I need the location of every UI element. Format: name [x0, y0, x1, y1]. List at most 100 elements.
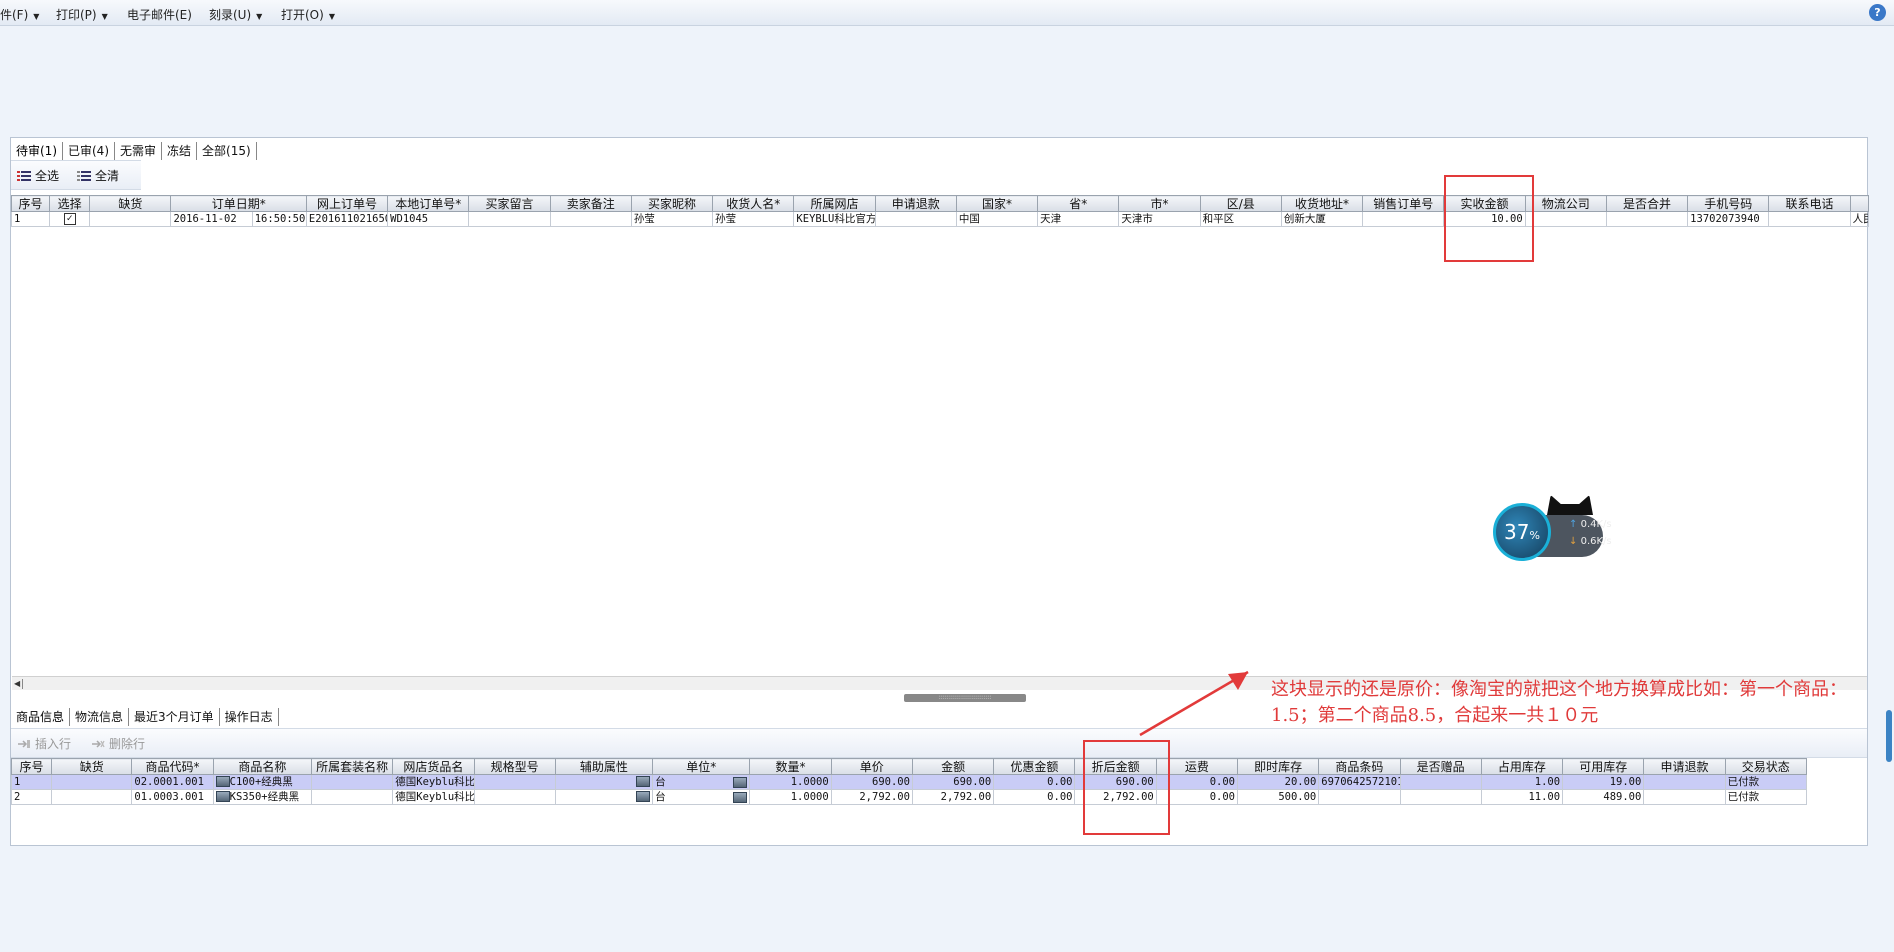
cell-select[interactable]: ✓	[49, 211, 91, 227]
tab-logistics-info[interactable]: 物流信息	[70, 708, 130, 726]
col-header[interactable]: 所属网店	[793, 195, 876, 212]
col-header[interactable]: 销售订单号	[1362, 195, 1445, 212]
col-header[interactable]: 省*	[1037, 195, 1120, 212]
product-image-icon[interactable]	[215, 791, 230, 802]
cell-spec	[473, 789, 556, 805]
table-row[interactable]: 2 01.0003.001 KS350+经典黑 德国Keyblu科比 台 1.0…	[10, 789, 1808, 805]
col-header[interactable]: 买家昵称	[630, 195, 714, 212]
col-header[interactable]: 申请退款	[874, 195, 957, 212]
col-header[interactable]: 网上订单号	[305, 195, 389, 212]
col-header[interactable]: 交易状态	[1724, 758, 1808, 775]
col-header[interactable]: 优惠金额	[993, 758, 1076, 775]
col-header[interactable]: 序号	[10, 758, 53, 775]
col-header[interactable]: 商品代码*	[131, 758, 214, 775]
col-header[interactable]: 即时库存	[1236, 758, 1320, 775]
menu-burn[interactable]: 刻录(U) ▼	[209, 6, 262, 23]
order-panel: 待审(1) 已审(4) 无需审 冻结 全部(15) 全选 全清 序号 选择 缺货…	[10, 137, 1870, 846]
tab-recent-orders[interactable]: 最近3个月订单	[129, 708, 220, 726]
col-header[interactable]: 订单日期*	[170, 195, 307, 212]
cell-shop-product-name: 德国Keyblu科比	[392, 789, 475, 805]
network-speed-widget[interactable]: 37% ↑ 0.4K/s ↓ 0.6K/s	[1491, 495, 1613, 565]
col-header[interactable]: 区/县	[1199, 195, 1282, 212]
table-row[interactable]: 1 02.0001.001 C100+经典黑 德国Keyblu科比 台 1.00…	[10, 774, 1808, 790]
items-table: 序号 缺货 商品代码* 商品名称 所属套装名称 网店货品名 规格型号 辅助属性 …	[10, 758, 1808, 805]
table-header-row: 序号 缺货 商品代码* 商品名称 所属套装名称 网店货品名 规格型号 辅助属性 …	[10, 758, 1808, 775]
picker-icon[interactable]	[636, 776, 651, 787]
col-header[interactable]: 数量*	[749, 758, 832, 775]
picker-icon[interactable]	[733, 776, 748, 788]
menu-file[interactable]: 件(F) ▼	[0, 6, 39, 23]
col-header[interactable]: 商品名称	[212, 758, 312, 775]
tab-no-review[interactable]: 无需审	[115, 142, 163, 160]
menu-open[interactable]: 打开(O) ▼	[281, 6, 335, 23]
select-all-button[interactable]: 全选	[13, 165, 63, 187]
cell-kit-name	[310, 774, 394, 790]
col-header[interactable]: 市*	[1118, 195, 1201, 212]
col-header[interactable]: 缺货	[51, 758, 133, 775]
product-image-icon[interactable]	[215, 776, 230, 787]
help-icon[interactable]: ?	[1869, 4, 1886, 21]
col-header[interactable]: 单位*	[652, 758, 751, 775]
scroll-left-icon[interactable]: ◀	[14, 679, 20, 688]
col-header[interactable]: 所属套装名称	[310, 758, 394, 775]
col-header[interactable]: 手机号码	[1687, 195, 1770, 212]
cell-refund	[1643, 774, 1726, 790]
col-header[interactable]: 收货地址*	[1280, 195, 1364, 212]
col-header[interactable]: 国家*	[955, 195, 1039, 212]
cell-spec	[473, 774, 556, 790]
col-header[interactable]: 买家留言	[468, 195, 551, 212]
vertical-slider[interactable]	[1886, 710, 1892, 762]
col-header[interactable]: 金额	[911, 758, 995, 775]
col-header[interactable]: 联系电话	[1768, 195, 1851, 212]
col-header[interactable]: 序号	[10, 195, 51, 212]
cell-extra: 人民	[1849, 211, 1870, 227]
col-header[interactable]: 物流公司	[1524, 195, 1607, 212]
tab-approved[interactable]: 已审(4)	[63, 142, 115, 160]
col-header[interactable]: 是否合并	[1605, 195, 1689, 212]
cell-sales-order-no	[1362, 211, 1445, 227]
col-header[interactable]: 网店货品名	[392, 758, 475, 775]
select-checkbox[interactable]: ✓	[63, 212, 76, 225]
cell-product-code: 01.0003.001	[131, 789, 214, 805]
delete-row-button[interactable]: 删除行	[87, 733, 149, 755]
col-header[interactable]: 规格型号	[473, 758, 556, 775]
tab-all[interactable]: 全部(15)	[197, 142, 257, 160]
col-header[interactable]: 缺货	[89, 195, 172, 212]
cell-city: 天津市	[1118, 211, 1201, 227]
menu-email[interactable]: 电子邮件(E)	[127, 6, 192, 23]
col-header[interactable]: 卖家备注	[549, 195, 632, 212]
col-header[interactable]: 可用库存	[1562, 758, 1645, 775]
cell-refund	[874, 211, 957, 227]
col-header[interactable]: 是否赠品	[1399, 758, 1482, 775]
col-header[interactable]	[1849, 195, 1870, 212]
cell-aux-attr	[554, 774, 654, 790]
col-header[interactable]: 占用库存	[1480, 758, 1564, 775]
menu-bar: 件(F) ▼ 打印(P) ▼ 电子邮件(E) 刻录(U) ▼ 打开(O) ▼ ?	[0, 0, 1894, 26]
chevron-down-icon: ▼	[33, 12, 40, 21]
col-header[interactable]: 申请退款	[1643, 758, 1726, 775]
insert-row-button[interactable]: 插入行	[13, 733, 75, 755]
cpu-gauge: 37%	[1493, 503, 1551, 561]
col-header[interactable]: 收货人名*	[712, 195, 795, 212]
menu-print[interactable]: 打印(P) ▼	[56, 6, 108, 23]
panel-splitter-handle[interactable]: ::::::::::::::::::::::::::	[904, 694, 1026, 702]
table-row[interactable]: 1 ✓ 2016-11-02 16:50:50 E201611021650 WD…	[10, 211, 1870, 227]
tab-frozen[interactable]: 冻结	[162, 142, 198, 160]
cell-online-order-no: E201611021650	[305, 211, 389, 227]
annotation-note: 这块显示的还是原价：像淘宝的就把这个地方换算成比如：第一个商品：1.5；第二个商…	[1271, 679, 1847, 726]
col-header[interactable]: 本地订单号*	[387, 195, 470, 212]
cell-shop-product-name: 德国Keyblu科比	[392, 774, 475, 790]
tab-operation-log[interactable]: 操作日志	[220, 708, 279, 726]
picker-icon[interactable]	[733, 791, 748, 803]
cell-stock-now: 20.00	[1236, 774, 1320, 790]
tab-pending[interactable]: 待审(1)	[11, 142, 63, 160]
col-header[interactable]: 单价	[830, 758, 913, 775]
clear-all-button[interactable]: 全清	[73, 165, 123, 187]
picker-icon[interactable]	[636, 791, 651, 802]
col-header[interactable]: 选择	[49, 195, 91, 212]
col-header[interactable]: 辅助属性	[554, 758, 654, 775]
tab-product-info[interactable]: 商品信息	[11, 708, 71, 726]
scroll-thumb[interactable]	[22, 679, 23, 689]
chevron-down-icon: ▼	[328, 12, 335, 21]
col-header[interactable]: 商品条码	[1318, 758, 1401, 775]
